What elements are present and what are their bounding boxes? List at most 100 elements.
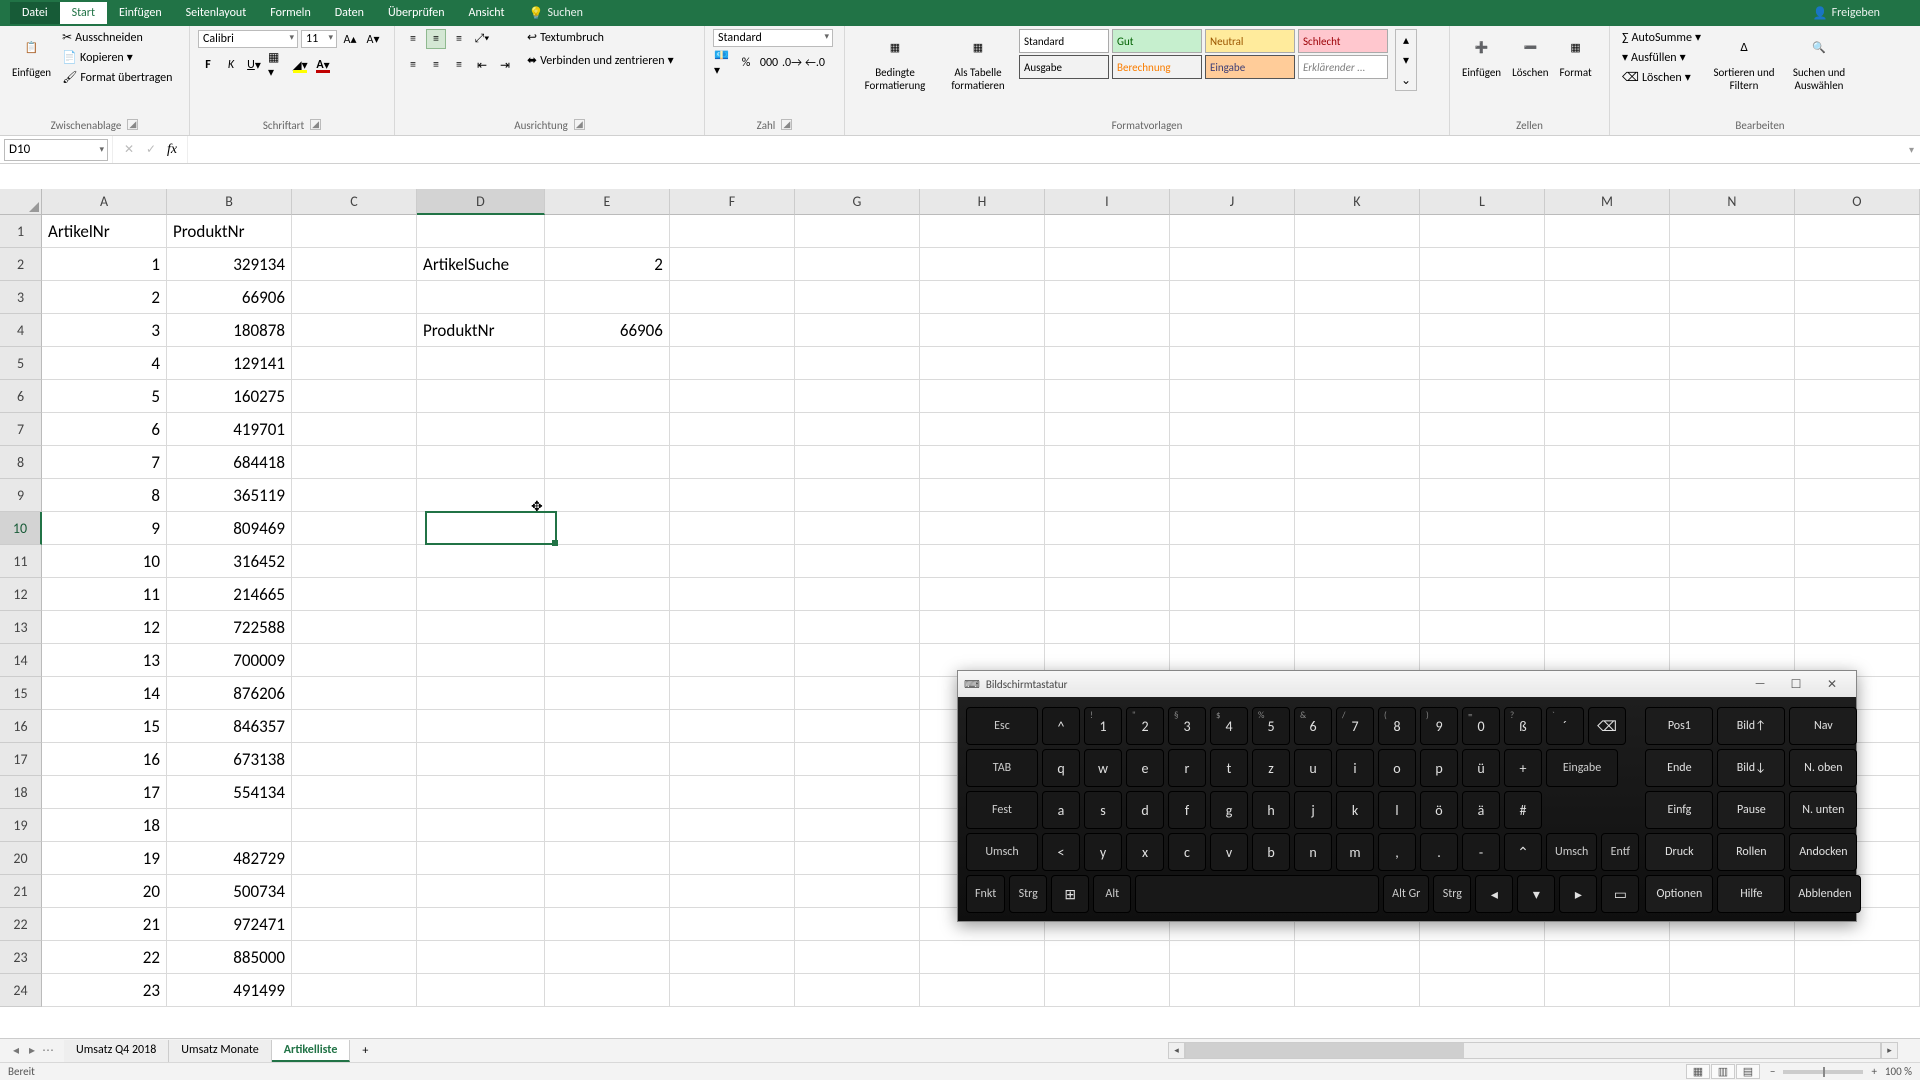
cell-A20[interactable]: 19 xyxy=(42,842,167,875)
cell-E17[interactable] xyxy=(545,743,670,776)
cell-G22[interactable] xyxy=(795,908,920,941)
osk-key-g[interactable]: g xyxy=(1210,791,1248,829)
view-layout-button[interactable]: ▥ xyxy=(1711,1064,1735,1079)
osk-key-Strg[interactable]: Strg xyxy=(1009,875,1047,913)
osk-key-5[interactable]: 5% xyxy=(1252,707,1290,745)
align-bottom-button[interactable]: ≡ xyxy=(449,29,469,49)
row-header-15[interactable]: 15 xyxy=(0,677,42,710)
cell-K13[interactable] xyxy=(1295,611,1420,644)
cell-E15[interactable] xyxy=(545,677,670,710)
cell-E9[interactable] xyxy=(545,479,670,512)
osk-key-s[interactable]: s xyxy=(1084,791,1122,829)
cell-A19[interactable]: 18 xyxy=(42,809,167,842)
clipboard-dialog-icon[interactable]: ◢ xyxy=(127,119,138,130)
cell-B10[interactable]: 809469 xyxy=(167,512,292,545)
cell-C15[interactable] xyxy=(292,677,417,710)
sheet-nav-more[interactable]: ⋯ xyxy=(40,1043,56,1058)
cell-G20[interactable] xyxy=(795,842,920,875)
cell-I4[interactable] xyxy=(1045,314,1170,347)
row-header-20[interactable]: 20 xyxy=(0,842,42,875)
osk-nav-Abblenden[interactable]: Abblenden xyxy=(1789,875,1860,913)
cell-B12[interactable]: 214665 xyxy=(167,578,292,611)
cell-C19[interactable] xyxy=(292,809,417,842)
conditional-formatting-button[interactable]: ▦Bedingte Formatierung xyxy=(853,29,937,94)
cell-H8[interactable] xyxy=(920,446,1045,479)
cell-D18[interactable] xyxy=(417,776,545,809)
cell-M8[interactable] xyxy=(1545,446,1670,479)
cell-F10[interactable] xyxy=(670,512,795,545)
cell-L4[interactable] xyxy=(1420,314,1545,347)
osk-key-⌃[interactable]: ⌃ xyxy=(1504,833,1542,871)
osk-key-h[interactable]: h xyxy=(1252,791,1290,829)
cell-B17[interactable]: 673138 xyxy=(167,743,292,776)
osk-key-v[interactable]: v xyxy=(1210,833,1248,871)
cell-O7[interactable] xyxy=(1795,413,1920,446)
cell-N12[interactable] xyxy=(1670,578,1795,611)
cell-C6[interactable] xyxy=(292,380,417,413)
cell-E10[interactable] xyxy=(545,512,670,545)
row-header-5[interactable]: 5 xyxy=(0,347,42,380)
osk-key-Umsch[interactable]: Umsch xyxy=(1546,833,1597,871)
osk-key-,[interactable]: , xyxy=(1378,833,1416,871)
osk-key-▸[interactable]: ▸ xyxy=(1559,875,1597,913)
zoom-in-button[interactable]: + xyxy=(1871,1065,1876,1078)
col-header-A[interactable]: A xyxy=(42,189,167,215)
cell-B16[interactable]: 846357 xyxy=(167,710,292,743)
styles-scroll-down[interactable]: ▾ xyxy=(1396,50,1416,70)
osk-key-Entf[interactable]: Entf xyxy=(1601,833,1639,871)
cell-B1[interactable]: ProduktNr xyxy=(167,215,292,248)
cell-A5[interactable]: 4 xyxy=(42,347,167,380)
align-right-button[interactable]: ≡ xyxy=(449,55,469,75)
ribbon-tab-einfügen[interactable]: Einfügen xyxy=(107,2,174,24)
row-header-22[interactable]: 22 xyxy=(0,908,42,941)
cell-A17[interactable]: 16 xyxy=(42,743,167,776)
cell-K8[interactable] xyxy=(1295,446,1420,479)
row-header-23[interactable]: 23 xyxy=(0,941,42,974)
view-normal-button[interactable]: ▦ xyxy=(1686,1064,1710,1079)
cell-O9[interactable] xyxy=(1795,479,1920,512)
cell-A21[interactable]: 20 xyxy=(42,875,167,908)
cell-E8[interactable] xyxy=(545,446,670,479)
cell-K1[interactable] xyxy=(1295,215,1420,248)
cell-B24[interactable]: 491499 xyxy=(167,974,292,1007)
row-header-11[interactable]: 11 xyxy=(0,545,42,578)
cell-C13[interactable] xyxy=(292,611,417,644)
row-header-3[interactable]: 3 xyxy=(0,281,42,314)
cell-I6[interactable] xyxy=(1045,380,1170,413)
font-size-select[interactable]: 11 xyxy=(301,30,337,48)
osk-nav-Pause[interactable]: Pause xyxy=(1717,791,1785,829)
cell-J1[interactable] xyxy=(1170,215,1295,248)
cell-B23[interactable]: 885000 xyxy=(167,941,292,974)
cell-I13[interactable] xyxy=(1045,611,1170,644)
cell-A13[interactable]: 12 xyxy=(42,611,167,644)
cell-B7[interactable]: 419701 xyxy=(167,413,292,446)
cell-D23[interactable] xyxy=(417,941,545,974)
cell-D2[interactable]: ArtikelSuche xyxy=(417,248,545,281)
clear-button[interactable]: ⌫Löschen ▾ xyxy=(1618,69,1705,86)
view-pagebreak-button[interactable]: ▤ xyxy=(1736,1064,1760,1079)
cell-G1[interactable] xyxy=(795,215,920,248)
cell-M13[interactable] xyxy=(1545,611,1670,644)
osk-key-▭[interactable]: ▭ xyxy=(1601,875,1639,913)
row-header-17[interactable]: 17 xyxy=(0,743,42,776)
row-header-19[interactable]: 19 xyxy=(0,809,42,842)
sheet-tab-umsatz-monate[interactable]: Umsatz Monate xyxy=(169,1040,271,1062)
row-header-10[interactable]: 10 xyxy=(0,512,42,545)
osk-key-Eingabe[interactable]: Eingabe xyxy=(1546,749,1618,787)
cell-A14[interactable]: 13 xyxy=(42,644,167,677)
osk-close-button[interactable]: ✕ xyxy=(1814,673,1850,695)
cell-B19[interactable] xyxy=(167,809,292,842)
cell-J24[interactable] xyxy=(1170,974,1295,1007)
cell-N5[interactable] xyxy=(1670,347,1795,380)
cell-H9[interactable] xyxy=(920,479,1045,512)
new-sheet-button[interactable]: + xyxy=(350,1041,380,1061)
cell-E3[interactable] xyxy=(545,281,670,314)
tell-me-search[interactable]: 💡 Suchen xyxy=(529,6,583,21)
style-neutral[interactable]: Neutral xyxy=(1205,29,1295,53)
cell-G3[interactable] xyxy=(795,281,920,314)
cell-G12[interactable] xyxy=(795,578,920,611)
osk-key-Alt[interactable]: Alt xyxy=(1093,875,1131,913)
cell-L13[interactable] xyxy=(1420,611,1545,644)
osk-nav-Hilfe[interactable]: Hilfe xyxy=(1717,875,1785,913)
cell-C1[interactable] xyxy=(292,215,417,248)
